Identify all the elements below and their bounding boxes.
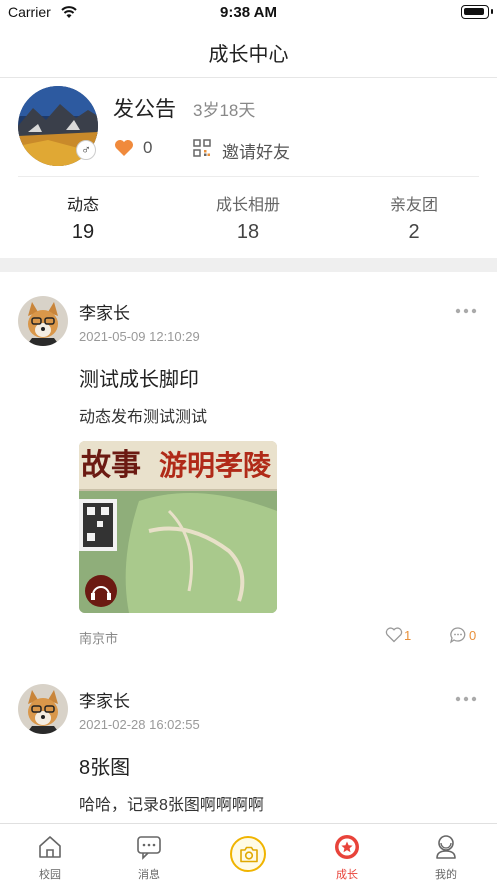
page-title: 成长中心 <box>208 44 289 66</box>
tab-mine[interactable]: 我的 <box>406 824 486 883</box>
heart-outline-icon <box>385 627 403 643</box>
home-icon <box>39 836 61 858</box>
profile-like-count: 0 <box>143 138 153 157</box>
battery-icon <box>461 5 493 19</box>
author-avatar[interactable] <box>18 684 68 734</box>
message-icon <box>137 836 161 860</box>
tab-label: 消息 <box>138 869 160 881</box>
post-time: 2021-02-28 16:02:55 <box>79 717 200 732</box>
section-separator <box>0 258 497 272</box>
photo-text-story: 故事 <box>81 449 141 482</box>
tab-label: 我的 <box>435 869 457 881</box>
clock: 9:38 AM <box>220 4 277 21</box>
user-icon <box>436 835 456 859</box>
invite-friends-link[interactable]: 邀请好友 <box>222 138 290 163</box>
post-body: 动态发布测试测试 <box>79 409 208 426</box>
qr-code-icon[interactable] <box>193 139 211 157</box>
camera-button[interactable] <box>230 836 266 872</box>
author-name: 李家长 <box>79 304 130 323</box>
child-profile: ♂ 发公告 3岁18天 0 邀请好友 动态 19 成长相册 18 亲友团 2 <box>0 78 497 258</box>
stat-label: 亲友团 <box>389 197 438 214</box>
tab-messages[interactable]: 消息 <box>109 824 189 883</box>
tab-label: 校园 <box>39 869 61 881</box>
more-options-icon[interactable] <box>455 308 477 314</box>
child-age: 3岁18天 <box>193 101 256 120</box>
status-bar: Carrier 9:38 AM <box>0 0 497 26</box>
stat-label: 动态 <box>66 197 99 214</box>
post-location: 南京市 <box>79 631 119 646</box>
tab-growth[interactable]: 成长 <box>307 824 387 883</box>
stat-posts[interactable]: 动态 19 <box>23 191 143 244</box>
comment-button[interactable]: 0 <box>449 626 481 646</box>
like-count: 1 <box>404 628 412 643</box>
comment-count: 0 <box>469 628 477 643</box>
comment-icon <box>449 627 466 644</box>
like-button[interactable]: 1 <box>385 626 417 646</box>
stat-label: 成长相册 <box>215 197 280 214</box>
child-name: 发公告 <box>113 98 176 121</box>
divider <box>18 176 479 177</box>
gender-male-icon: ♂ <box>76 140 96 160</box>
tab-campus[interactable]: 校园 <box>10 824 90 883</box>
stat-value: 18 <box>236 221 260 243</box>
heart-icon[interactable] <box>114 139 134 157</box>
tab-label: 成长 <box>336 869 358 881</box>
tab-bar: 校园 消息 成长 我的 <box>0 823 497 883</box>
more-options-icon[interactable] <box>455 696 477 702</box>
photo-text-mingxiaoling: 游明孝陵 <box>159 450 272 481</box>
author-name: 李家长 <box>79 692 130 711</box>
nav-bar: 成长中心 <box>0 26 497 78</box>
camera-icon <box>240 846 258 863</box>
author-avatar[interactable] <box>18 296 68 346</box>
stat-value: 19 <box>71 221 95 243</box>
post-title: 8张图 <box>79 757 131 779</box>
stat-family[interactable]: 亲友团 2 <box>354 191 474 244</box>
post-body: 哈哈，记录8张图啊啊啊啊 <box>79 797 264 814</box>
stat-album[interactable]: 成长相册 18 <box>188 191 308 244</box>
stat-value: 2 <box>408 221 420 243</box>
star-icon <box>335 835 359 859</box>
post-title: 测试成长脚印 <box>79 369 199 391</box>
post-time: 2021-05-09 12:10:29 <box>79 329 200 344</box>
post-photo[interactable]: 故事 游明孝陵 <box>79 441 277 613</box>
